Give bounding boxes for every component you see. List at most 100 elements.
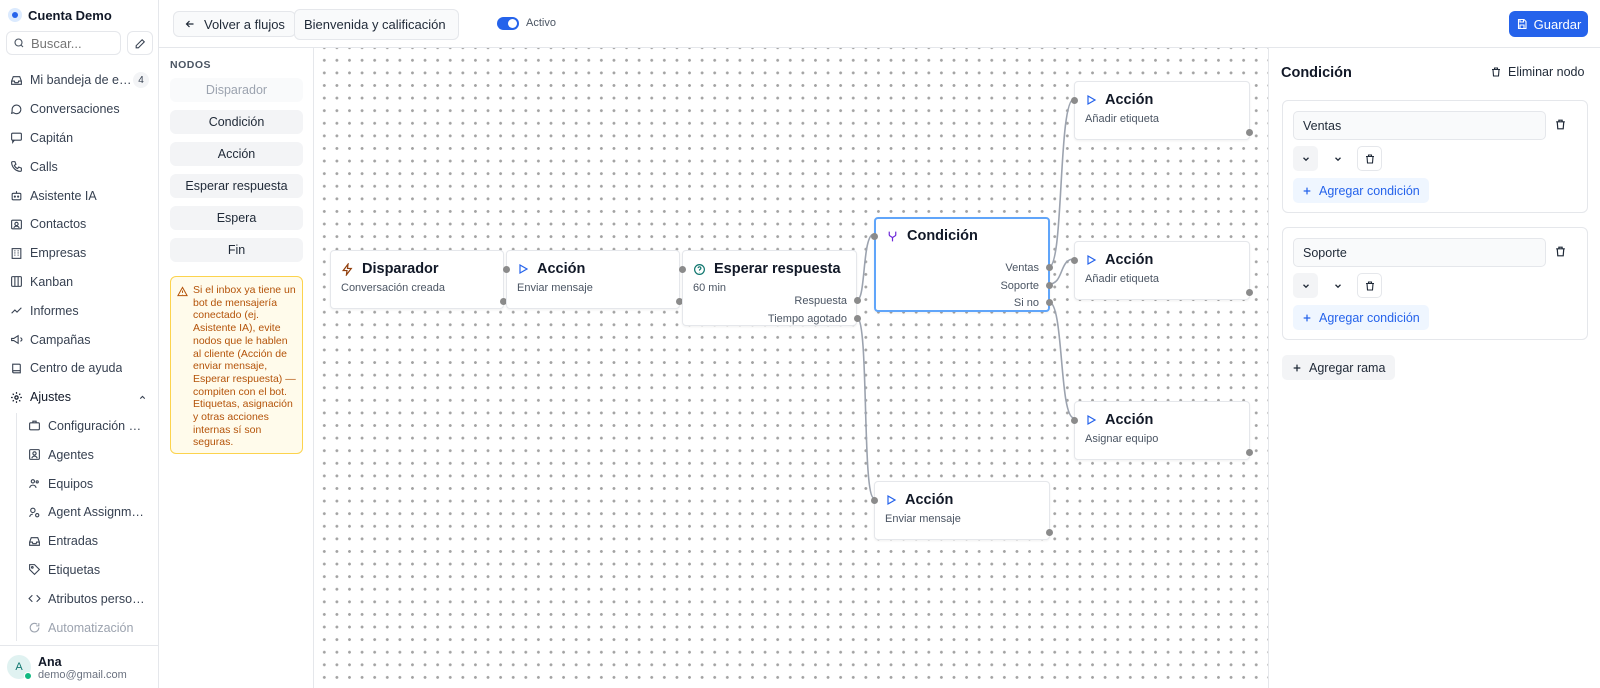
lightning-icon	[341, 262, 353, 276]
else-output-handle[interactable]	[1046, 299, 1053, 306]
sidebar-item-teams[interactable]: Equipos	[0, 469, 159, 498]
palette-node-action[interactable]: Acción	[170, 142, 303, 166]
sidebar-item-agent-assignment[interactable]: Agent Assignment	[0, 498, 159, 527]
palette-node-end[interactable]: Fin	[170, 238, 303, 262]
node-action-add-tag-support[interactable]: Acción Añadir etiqueta	[1071, 241, 1253, 300]
active-toggle[interactable]	[497, 17, 519, 30]
sidebar-item-ai-assistant[interactable]: Asistente IA	[0, 181, 159, 210]
sidebar-item-inbox[interactable]: Mi bandeja de entrada 4	[0, 66, 159, 95]
add-branch-button[interactable]: Agregar rama	[1282, 355, 1396, 380]
node-action-send-message-timeout[interactable]: Acción Enviar mensaje	[871, 481, 1053, 540]
sidebar-item-inboxes[interactable]: Entradas	[0, 527, 159, 556]
compose-button[interactable]	[127, 31, 153, 55]
search-box[interactable]	[6, 31, 121, 55]
chevron-down-icon	[1302, 156, 1309, 161]
sidebar-item-captain[interactable]: Capitán	[0, 124, 159, 153]
node-action-send-message[interactable]: Acción Enviar mensaje	[503, 250, 683, 309]
node-trigger[interactable]: Disparador Conversación creada	[330, 250, 507, 309]
palette-node-condition[interactable]: Condición	[170, 110, 303, 134]
node-input-handle[interactable]	[1071, 257, 1078, 264]
node-input-handle[interactable]	[871, 497, 878, 504]
node-title: Esperar respuesta	[714, 261, 841, 277]
palette-node-wait[interactable]: Espera	[170, 206, 303, 230]
delete-condition-button[interactable]	[1357, 146, 1382, 171]
node-output-handle[interactable]	[1246, 289, 1253, 296]
node-output-handle[interactable]	[1246, 449, 1253, 456]
expand-button[interactable]	[1325, 146, 1350, 171]
message-square-icon	[11, 133, 22, 145]
node-input-handle[interactable]	[503, 266, 510, 273]
add-condition-button[interactable]: Agregar condición	[1293, 305, 1429, 330]
code-icon	[28, 595, 41, 603]
chevron-up-icon[interactable]	[138, 393, 147, 402]
node-input-handle[interactable]	[679, 266, 686, 273]
inbox-icon	[11, 76, 22, 85]
flow-canvas[interactable]: Disparador Conversación creada Acción En…	[314, 48, 1268, 688]
search-input[interactable]	[31, 35, 111, 51]
add-condition-button[interactable]: Agregar condición	[1293, 178, 1429, 203]
warning-triangle-icon	[177, 286, 188, 297]
sidebar-item-settings[interactable]: Ajustes	[0, 383, 159, 412]
node-wait-reply[interactable]: Esperar respuesta 60 min Respuesta Tiemp…	[679, 250, 861, 326]
node-input-handle[interactable]	[871, 233, 878, 240]
sidebar-item-companies[interactable]: Empresas	[0, 239, 159, 268]
collapse-button[interactable]	[1293, 273, 1318, 298]
user-profile[interactable]: A Ana demo@gmail.com	[0, 645, 159, 688]
node-input-handle[interactable]	[1071, 417, 1078, 424]
sidebar-item-campaigns[interactable]: Campañas	[0, 325, 159, 354]
sidebar-item-label: Agent Assignment	[48, 505, 148, 520]
sales-output-handle[interactable]	[1046, 264, 1053, 271]
editor-toolbar: Volver a flujos Activo Guardar	[159, 0, 1600, 48]
sidebar-item-automation[interactable]: Automatización	[0, 613, 159, 642]
collapse-button[interactable]	[1293, 146, 1318, 171]
node-output-handle[interactable]	[1046, 529, 1053, 536]
palette-node-trigger[interactable]: Disparador	[170, 78, 303, 102]
chevron-down-icon	[1334, 156, 1341, 161]
delete-condition-button[interactable]	[1357, 273, 1382, 298]
branch-name-input[interactable]	[1293, 238, 1546, 267]
sidebar-item-label: Calls	[30, 159, 58, 174]
node-output-handle[interactable]	[1246, 129, 1253, 136]
delete-node-button[interactable]: Eliminar nodo	[1490, 65, 1584, 79]
palette-node-wait-reply[interactable]: Esperar respuesta	[170, 174, 303, 198]
flow-name-input[interactable]	[294, 9, 459, 40]
sidebar-item-contacts[interactable]: Contactos	[0, 210, 159, 239]
sidebar-item-label: Campañas	[30, 332, 91, 347]
sidebar-item-help-center[interactable]: Centro de ayuda	[0, 354, 159, 383]
save-icon	[1517, 18, 1527, 30]
node-action-assign-team[interactable]: Acción Asignar equipo	[1071, 401, 1253, 460]
trash-icon[interactable]	[1554, 118, 1567, 131]
expand-button[interactable]	[1325, 273, 1350, 298]
node-action-add-tag-sales[interactable]: Acción Añadir etiqueta	[1071, 81, 1253, 140]
sidebar-item-labels[interactable]: Etiquetas	[0, 556, 159, 585]
node-condition[interactable]: Condición Ventas Soporte Si no	[871, 217, 1053, 312]
sidebar-item-account-settings[interactable]: Configuración de la cuenta	[0, 412, 159, 441]
account-switcher[interactable]: Cuenta Demo	[8, 6, 112, 24]
sidebar-item-agents[interactable]: Agentes	[0, 440, 159, 469]
edge-condition-sales[interactable]	[1048, 98, 1075, 268]
reply-output-handle[interactable]	[854, 297, 861, 304]
sidebar-item-conversations[interactable]: Conversaciones	[0, 95, 159, 124]
edge-timeout-to-action[interactable]	[856, 317, 875, 499]
palette-title: NODOS	[170, 59, 212, 71]
timeout-output-handle[interactable]	[854, 315, 861, 322]
line-chart-icon	[11, 307, 22, 314]
back-to-flows-button[interactable]: Volver a flujos	[173, 11, 296, 37]
sidebar-item-custom-attributes[interactable]: Atributos personalizados	[0, 584, 159, 613]
edge-wait-reply-to-condition[interactable]	[856, 233, 875, 301]
play-icon	[1087, 414, 1097, 426]
trash-icon[interactable]	[1554, 245, 1567, 258]
sidebar-item-calls[interactable]: Calls	[0, 152, 159, 181]
branch-name-input[interactable]	[1293, 111, 1546, 140]
node-input-handle[interactable]	[1071, 97, 1078, 104]
sidebar-item-kanban[interactable]: Kanban	[0, 268, 159, 297]
save-button[interactable]: Guardar	[1509, 11, 1588, 37]
node-title: Acción	[1105, 412, 1154, 428]
sidebar-item-label: Capitán	[30, 130, 74, 145]
sidebar-item-reports[interactable]: Informes	[0, 296, 159, 325]
warning-text: Si el inbox ya tiene un bot de mensajerí…	[193, 284, 296, 449]
edge-condition-else[interactable]	[1048, 301, 1075, 419]
node-subtitle: Conversación creada	[341, 282, 445, 294]
support-output-handle[interactable]	[1046, 282, 1053, 289]
node-subtitle: Añadir etiqueta	[1085, 113, 1159, 125]
